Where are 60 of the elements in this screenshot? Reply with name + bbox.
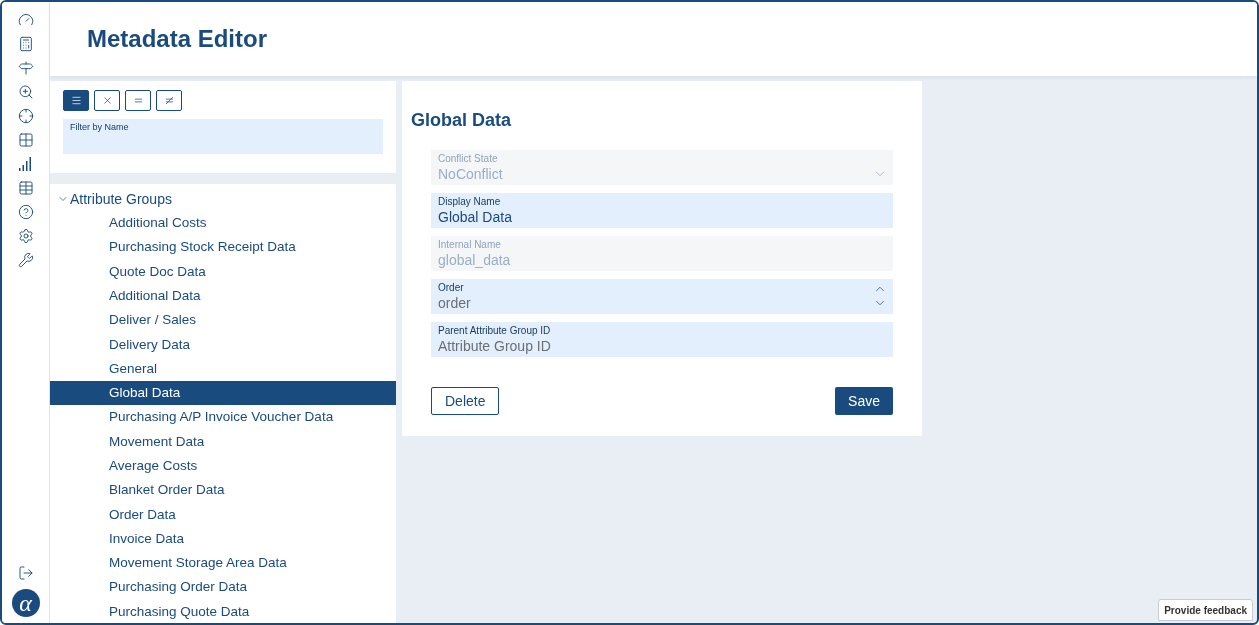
tree-item[interactable]: Additional Data [50,283,396,309]
equal-icon [132,95,144,106]
gauge-icon[interactable] [17,12,34,28]
field-placeholder: Attribute Group ID [438,337,551,355]
field-label: Conflict State [438,152,498,165]
help-icon[interactable] [17,204,34,220]
logo: α [11,589,40,617]
input-field[interactable]: Order order [431,279,893,314]
tree-item[interactable]: Movement Storage Area Data [50,551,396,576]
delete-button[interactable]: Delete [431,387,500,415]
grid-icon[interactable] [17,132,34,148]
logout-icon[interactable] [17,565,34,581]
filter-mode-button[interactable] [63,90,89,111]
tree-item[interactable]: Purchasing Quote Data [50,599,396,623]
field-value: global_data [438,251,511,269]
tree-item[interactable]: Delivery Data [50,332,396,357]
tree-item[interactable]: Deliver / Sales [50,308,396,333]
tree-item[interactable]: Purchasing Stock Receipt Data [50,235,396,260]
signal-bars-icon[interactable] [17,156,34,172]
lines-icon [70,95,82,106]
field-placeholder: order [438,294,471,312]
tree-item[interactable]: Invoice Data [50,526,396,552]
tree-item[interactable]: General [50,356,396,382]
input-field[interactable]: Display Name Global Data [431,193,893,228]
page-title: Metadata Editor [87,24,268,54]
filter-mode-button[interactable] [125,90,151,111]
tree-item[interactable]: Blanket Order Data [50,478,396,503]
tree-item[interactable]: Order Data [50,502,396,527]
field-label: Internal Name [438,238,501,251]
save-button[interactable]: Save [835,387,893,415]
filter-input[interactable]: Filter by Name [63,119,383,154]
feedback-button[interactable]: Provide feedback [1158,599,1253,621]
not-equal-icon [163,95,175,106]
filter-mode-button[interactable] [156,90,182,111]
tree-item[interactable]: Purchasing A/P Invoice Voucher Data [50,405,396,430]
field-label: Filter by Name [70,121,129,133]
tree-item[interactable]: Movement Data [50,429,396,454]
field-label: Parent Attribute Group ID [438,324,551,337]
tree-item[interactable]: Additional Costs [50,211,396,236]
field-value: Global Data [438,208,512,226]
tree-node[interactable]: Attribute Groups [50,187,396,211]
input-field[interactable]: Parent Attribute Group ID Attribute Group ID [431,322,893,357]
tree-label: Attribute Groups [70,189,172,209]
crosshair-icon[interactable] [17,108,34,124]
tools-icon[interactable] [17,252,34,268]
field-label: Display Name [438,195,501,208]
zoom-in-icon[interactable] [17,84,34,100]
tree-item[interactable]: Global Data [50,381,396,406]
tree-item[interactable]: Purchasing Order Data [50,575,396,600]
tree-item[interactable]: Quote Doc Data [50,259,396,284]
signpost-icon[interactable] [17,60,34,76]
filter-mode-button[interactable] [94,90,120,111]
table-icon[interactable] [17,180,34,196]
field-value: NoConflict [438,165,503,183]
tree-item[interactable]: Average Costs [50,453,396,479]
calculator-icon[interactable] [17,36,34,52]
close-icon [101,95,113,106]
field-label: Order [438,281,464,294]
form-title: Global Data [411,109,513,131]
settings-icon[interactable] [17,228,34,244]
